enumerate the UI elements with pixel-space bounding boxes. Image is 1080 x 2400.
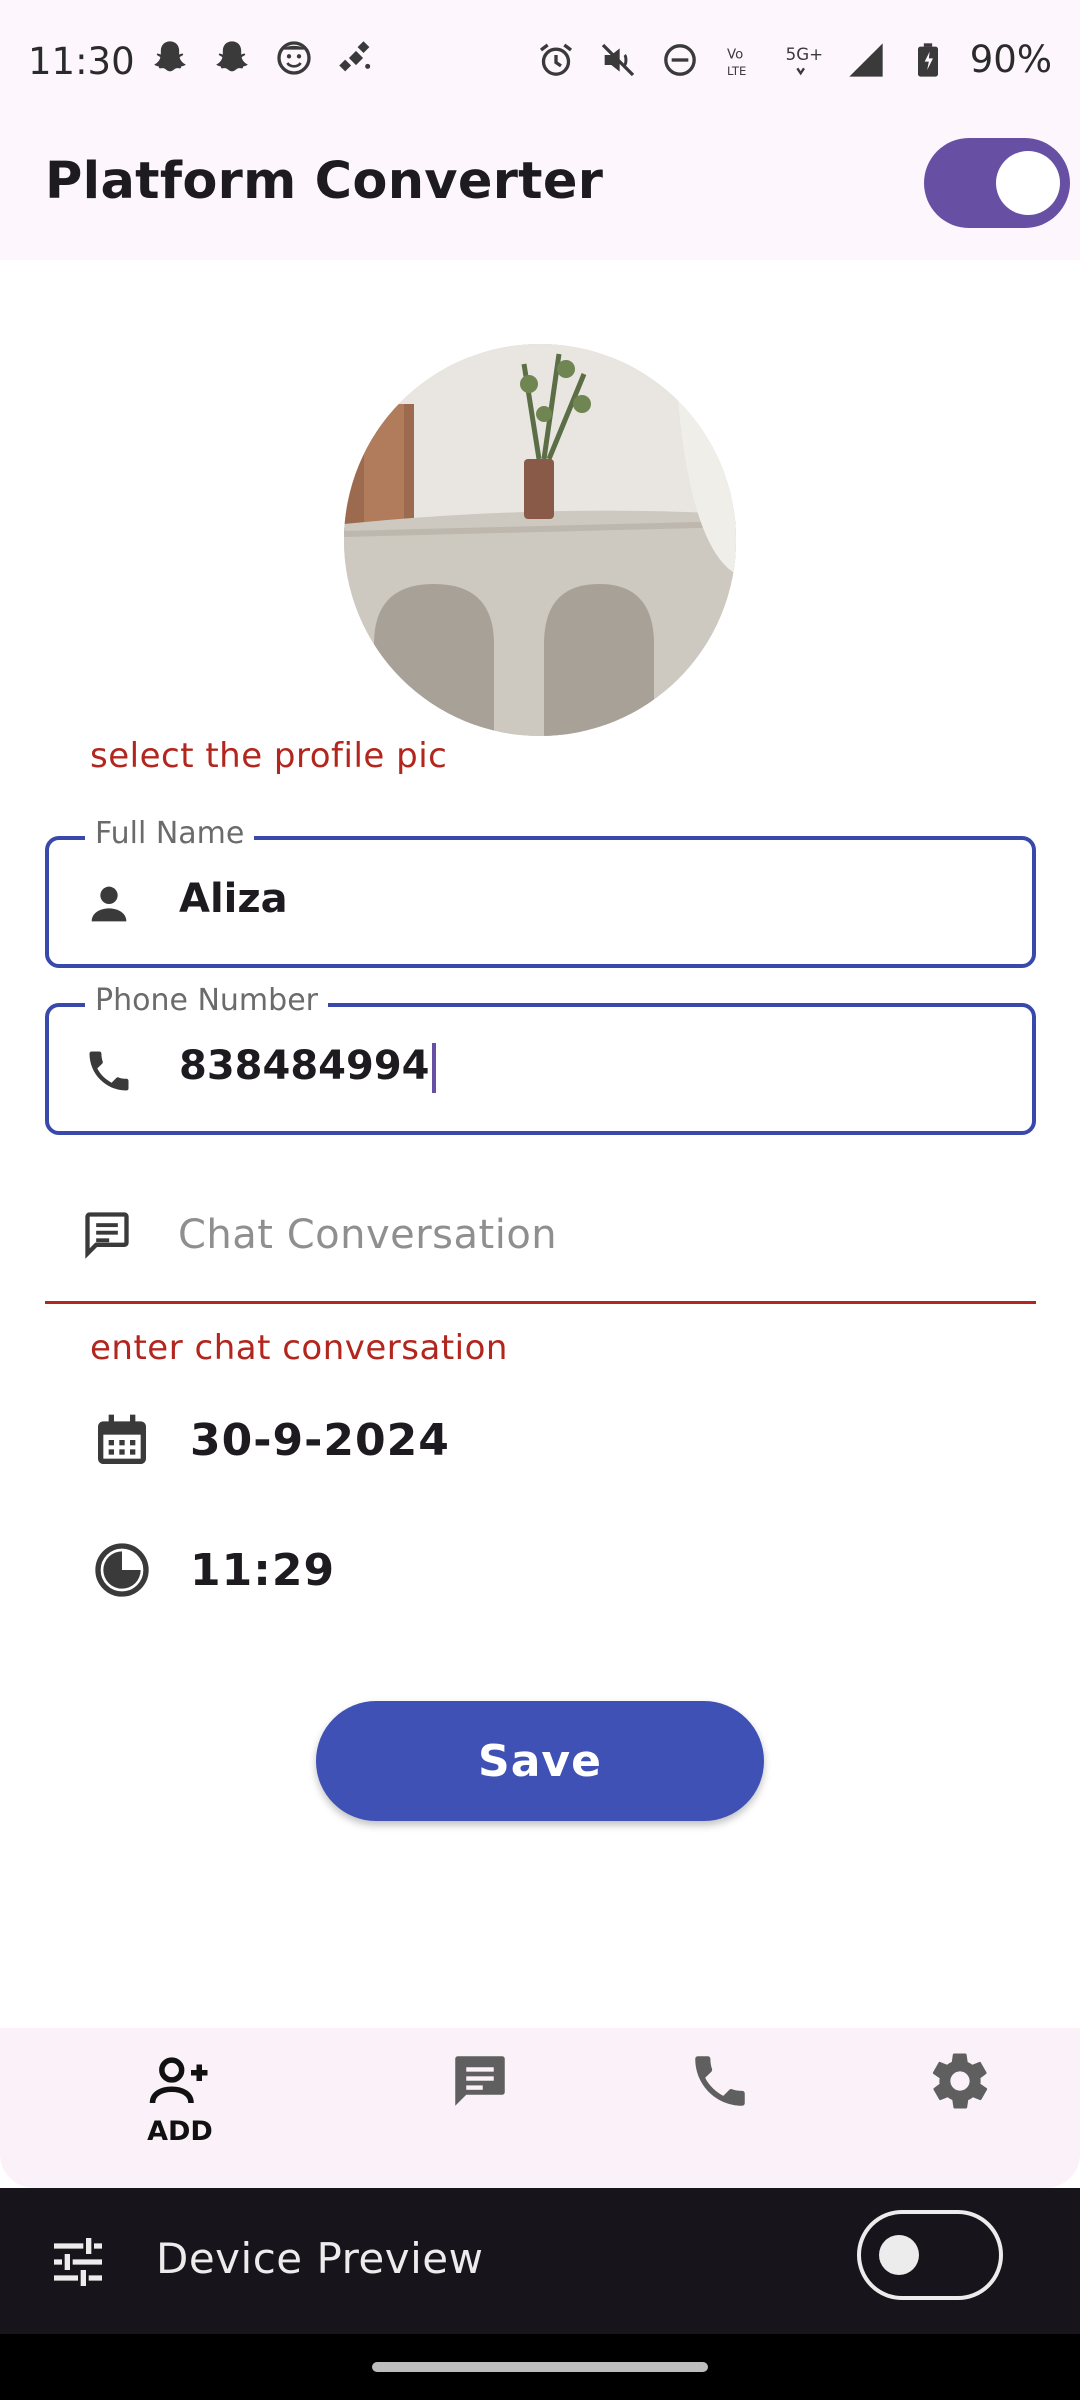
chat-icon [85,1212,129,1259]
platform-toggle[interactable] [924,138,1070,228]
date-picker-row[interactable]: 30-9-2024 [90,1408,450,1472]
full-name-label: Full Name [85,816,255,851]
app-bar: Platform Converter [0,128,1080,260]
settings-icon [932,2053,988,2109]
profile-avatar[interactable] [344,344,736,736]
signal-icon [849,42,883,77]
chat-conversation-placeholder: Chat Conversation [178,1212,558,1258]
bottom-navigation: ADD [0,2028,1080,2188]
status-bar: 11:30 Vo LTE 5G+ 90% [0,0,1080,128]
phone-number-value[interactable]: 838484994 [179,1043,436,1093]
home-indicator[interactable] [372,2362,708,2372]
profile-photo [344,344,736,736]
full-name-field[interactable]: Full Name Aliza [45,816,1036,968]
phone-number-field[interactable]: Phone Number 838484994 [45,983,1036,1135]
dnd-icon [663,43,696,76]
mute-icon [601,43,634,76]
system-status-icons: Vo LTE 5G+ 90% [536,38,1052,81]
full-name-value[interactable]: Aliza [179,876,288,922]
svg-text:5G+: 5G+ [785,45,822,64]
calendar-icon[interactable] [90,1408,154,1472]
snapchat-icon [216,41,248,72]
time-picker-row[interactable]: 11:29 [90,1538,335,1602]
notification-icons [150,38,376,78]
battery-icon [917,42,938,77]
nav-item-add-label: ADD [147,2116,213,2147]
svg-text:LTE: LTE [727,64,746,78]
face-icon [277,41,311,75]
svg-text:Vo: Vo [727,47,743,62]
gesture-navigation [0,2334,1080,2400]
toggle-thumb [996,151,1060,215]
time-value: 11:29 [190,1544,336,1596]
phone-number-label: Phone Number [85,983,328,1018]
phone-icon [89,1051,129,1091]
profile-pic-error: select the profile pic [90,736,448,776]
volte-icon: Vo LTE [727,47,746,78]
phone-icon [695,2056,745,2106]
person-add-icon [149,2057,208,2104]
device-preview-toggle[interactable] [857,2210,1003,2300]
status-time: 11:30 [28,40,135,83]
clock-icon[interactable] [90,1538,154,1602]
nav-item-chats[interactable] [420,2048,540,2168]
chat-conversation-field[interactable]: Chat Conversation [45,1170,1036,1304]
device-preview-title: Device Preview [156,2234,484,2283]
snapchat-icon [154,41,186,72]
nav-item-calls[interactable] [660,2048,780,2168]
toggle-thumb [879,2235,919,2275]
phone-number-text: 838484994 [179,1043,430,1089]
battery-percent: 90% [969,38,1052,81]
device-preview-bar: Device Preview [0,2188,1080,2334]
alarm-icon [539,43,572,76]
text-cursor [431,1043,436,1093]
tune-icon[interactable] [46,2230,110,2294]
nav-item-settings[interactable] [900,2048,1020,2168]
chat-icon [455,2056,505,2106]
date-value: 30-9-2024 [190,1414,450,1466]
page-title: Platform Converter [45,152,604,211]
person-icon [91,886,127,922]
chat-conversation-error: enter chat conversation [90,1328,508,1368]
nav-item-add[interactable]: ADD [120,2048,240,2168]
satellite-icon [339,41,371,72]
5g-icon: 5G+ [785,45,823,75]
save-button[interactable]: Save [316,1701,764,1821]
